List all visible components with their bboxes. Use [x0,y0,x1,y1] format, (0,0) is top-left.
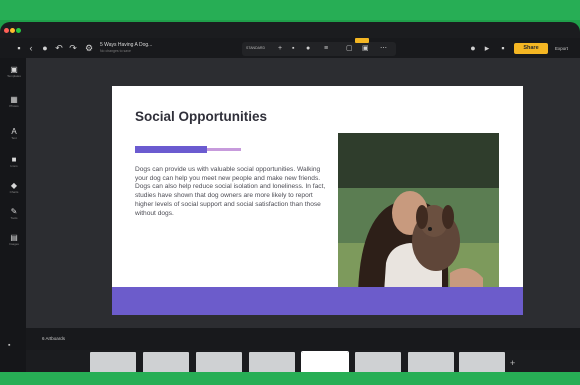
sidebar-item-templates[interactable]: ▣ Templates [5,65,23,79]
context-toolbar: STANDARD + ▪ ● ≡ ▢ ▣ ⋯ [242,42,396,56]
crop-icon[interactable]: ▢ [346,45,353,53]
animate-icon[interactable]: ▣ [362,45,369,53]
left-sidebar: ▣ Templates ▦ Photos A Text ■ Icons ◆ Ch… [0,58,26,372]
sidebar-item-label: Charts [9,190,19,194]
sidebar-item-label: Templates [7,74,21,78]
artboard-thumbnail[interactable] [90,352,136,374]
artboards-count-dropdown[interactable]: 6 Artboards [42,336,65,341]
present-icon[interactable]: ▸ [482,43,492,53]
sidebar-item-text[interactable]: A Text [5,127,23,141]
help-icon[interactable]: ▪ [8,342,10,349]
slide-canvas[interactable]: Social Opportunities Dogs can provide us… [112,86,523,315]
sidebar-item-label: Text [11,136,17,140]
artboard-thumbnail[interactable] [143,352,189,374]
sidebar-item-label: Icons [10,164,18,168]
zoom-window-icon[interactable] [16,28,21,33]
background-frame-bottom [0,372,580,385]
images-icon: ▤ [10,233,18,242]
close-window-icon[interactable] [4,28,9,33]
sidebar-item-label: Tools [10,216,18,220]
align-icon[interactable]: ≡ [324,45,328,53]
add-icon[interactable]: + [278,45,282,53]
charts-icon: ◆ [10,181,18,190]
templates-icon: ▣ [10,65,18,74]
artboard-thumbnail[interactable] [355,352,401,374]
home-icon[interactable]: ● [40,43,50,53]
sidebar-item-photos[interactable]: ▦ Photos [5,95,23,109]
sidebar-item-charts[interactable]: ◆ Charts [5,181,23,195]
icons-icon: ■ [11,155,17,164]
photos-icon: ▦ [10,95,18,104]
sidebar-item-label: Photos [9,104,19,108]
context-toolbar-label[interactable]: STANDARD [246,46,265,50]
artboard-thumbnail[interactable] [408,352,454,374]
color-icon[interactable]: ● [306,45,310,53]
redo-icon[interactable]: ↷ [68,43,78,53]
export-button[interactable]: Export [555,46,568,51]
add-artboard-icon[interactable]: + [510,358,515,368]
photo-illustration [338,133,499,293]
tools-icon: ✎ [10,207,18,216]
slide-title[interactable]: Social Opportunities [135,109,267,124]
more-icon[interactable]: ⋯ [380,45,387,53]
title-accent-bar-secondary[interactable] [207,148,241,151]
sidebar-item-label: Images [9,242,19,246]
comment-icon[interactable]: ● [468,43,478,53]
sidebar-item-icons[interactable]: ■ Icons [5,155,23,169]
artboard-thumbnail[interactable] [459,352,505,374]
woman-hugging-dog-photo[interactable] [338,133,499,293]
artboard-thumbnail-active[interactable] [301,351,349,375]
artboard-thumbnail[interactable] [249,352,295,374]
minimize-window-icon[interactable] [10,28,15,33]
slide-body-text[interactable]: Dogs can provide us with valuable social… [135,166,327,218]
document-title[interactable]: 5 Ways Having A Dog... [100,42,152,48]
back-arrow-icon[interactable]: ‹ [26,43,36,53]
settings-icon[interactable]: ⚙ [84,43,94,53]
slide-footer-band[interactable] [112,287,523,315]
text-icon: A [11,127,17,136]
bell-icon[interactable]: ▪ [498,43,508,53]
artboards-panel [26,328,580,350]
artboard-thumbnail[interactable] [196,352,242,374]
share-button[interactable]: Share [514,43,548,54]
menu-icon[interactable]: ▪ [14,43,24,53]
sidebar-item-images[interactable]: ▤ Images [5,233,23,247]
background-frame-top [0,0,580,20]
sidebar-item-tools[interactable]: ✎ Tools [5,207,23,221]
delete-icon[interactable]: ▪ [292,45,294,53]
document-status: No changes to save [100,49,131,53]
new-feature-badge [355,38,369,43]
undo-icon[interactable]: ↶ [54,43,64,53]
title-accent-bar[interactable] [135,146,207,153]
